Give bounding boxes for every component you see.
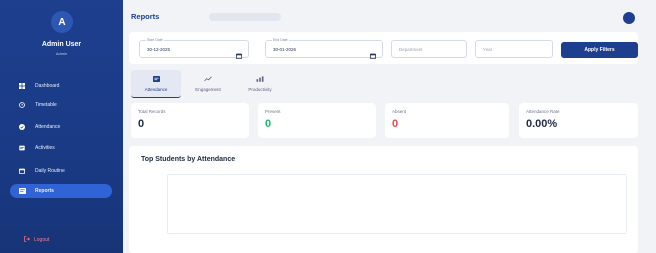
stat-card-attendance-rate: Attendance Rate 0.00%	[519, 103, 638, 138]
admin-name: Admin User	[41, 41, 82, 48]
logout-label: Logout	[34, 237, 50, 243]
user-menu-button[interactable]	[623, 12, 635, 24]
clock-icon	[15, 102, 29, 108]
avatar[interactable]: A	[51, 11, 73, 33]
stat-label: Present	[265, 109, 281, 114]
stat-label: Absent	[392, 109, 407, 114]
end-date-field[interactable]: End Date 30-01-2026	[265, 38, 383, 59]
tab-attendance[interactable]: Attendance	[131, 70, 181, 98]
stat-value: 0	[138, 118, 145, 130]
main-content: Reports Start Date 30-12-2025 End Date 3…	[123, 0, 656, 253]
department-select[interactable]: Department	[391, 40, 467, 58]
start-date-value: 30-12-2025	[147, 47, 171, 52]
check-circle-icon	[15, 124, 29, 130]
stat-value: 0	[392, 118, 399, 130]
end-date-label: End Date	[272, 38, 289, 42]
tab-productivity[interactable]: Productivity	[235, 70, 285, 98]
calendar-icon[interactable]	[370, 46, 376, 64]
attendance-icon	[152, 75, 160, 83]
engagement-icon	[204, 76, 212, 83]
sidebar-item-label: Timetable	[35, 102, 57, 108]
stat-value: 0	[265, 118, 272, 130]
logout-icon	[24, 236, 30, 244]
filter-bar: Start Date 30-12-2025 End Date 30-01-202…	[129, 32, 638, 64]
dashboard-icon	[15, 83, 29, 89]
productivity-icon	[256, 76, 264, 83]
start-date-field[interactable]: Start Date 30-12-2025	[139, 38, 249, 59]
sidebar-item-attendance[interactable]: Attendance	[10, 120, 112, 134]
sidebar-item-reports[interactable]: Reports	[10, 184, 112, 198]
stat-card-present: Present 0	[258, 103, 376, 138]
apply-filters-button[interactable]: Apply Filters	[561, 42, 638, 58]
tab-label: Productivity	[248, 87, 272, 92]
year-select[interactable]: Year	[475, 40, 553, 58]
stat-card-absent: Absent 0	[385, 103, 509, 138]
chart-title: Top Students by Attendance	[141, 156, 236, 163]
page-title: Reports	[131, 12, 160, 21]
sidebar-item-dashboard[interactable]: Dashboard	[10, 79, 112, 93]
start-date-label: Start Date	[146, 38, 164, 42]
sidebar-item-label: Reports	[35, 188, 54, 194]
logout-button[interactable]: Logout	[24, 236, 49, 244]
end-date-value: 30-01-2026	[273, 47, 297, 52]
tab-engagement[interactable]: Engagement	[183, 70, 233, 98]
admin-role: Admin	[55, 51, 68, 56]
activities-icon	[15, 145, 29, 151]
sidebar-item-label: Dashboard	[35, 83, 60, 89]
sidebar-item-label: Daily Routine	[35, 168, 65, 174]
sidebar-item-activities[interactable]: Activities	[10, 141, 112, 155]
tab-label: Engagement	[195, 87, 221, 92]
year-placeholder: Year	[483, 47, 493, 52]
calendar-icon	[15, 168, 29, 174]
sidebar-item-label: Attendance	[35, 124, 61, 130]
reports-icon	[15, 188, 29, 194]
chart-area	[167, 174, 627, 234]
tab-label: Attendance	[144, 86, 168, 92]
stat-value: 0.00%	[526, 118, 558, 130]
stat-label: Attendance Rate	[526, 109, 560, 114]
stat-card-total-records: Total Records 0	[131, 103, 249, 138]
sidebar-item-label: Activities	[35, 145, 55, 151]
top-students-chart-card: Top Students by Attendance	[129, 146, 638, 253]
stat-label: Total Records	[138, 109, 166, 114]
sidebar-item-timetable[interactable]: Timetable	[10, 98, 112, 112]
department-placeholder: Department	[399, 47, 423, 52]
report-tabs: Attendance Engagement Productivity	[131, 70, 285, 98]
header-placeholder	[209, 13, 281, 21]
calendar-icon[interactable]	[236, 46, 242, 64]
sidebar-item-daily-routine[interactable]: Daily Routine	[10, 164, 112, 178]
sidebar: A Admin User Admin Dashboard Timetable A…	[0, 0, 123, 253]
